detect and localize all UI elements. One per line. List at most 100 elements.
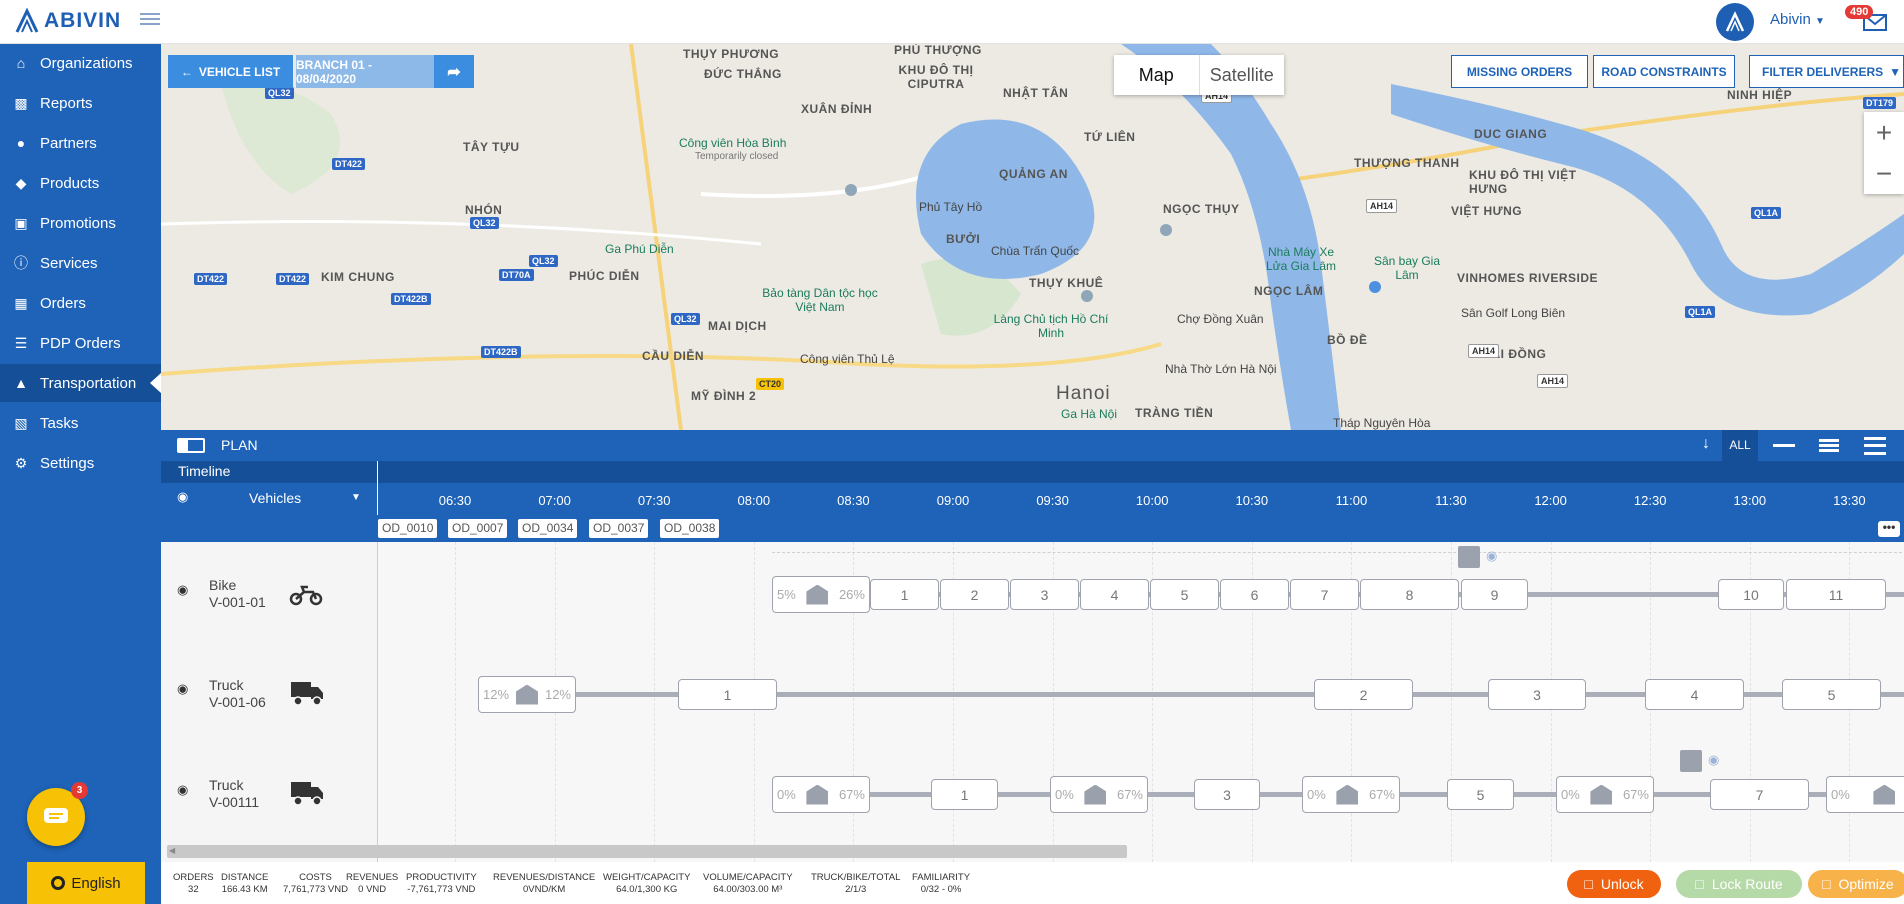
route-stop[interactable]: 6 — [1220, 579, 1289, 610]
lock-route-button[interactable]: □ Lock Route — [1676, 870, 1802, 898]
sidebar-item-partners[interactable]: ● Partners — [0, 124, 161, 162]
driver-avatar[interactable] — [1680, 750, 1702, 772]
depot-load-start: 0% — [777, 787, 796, 802]
depot-stop[interactable]: 0% 67% — [1556, 776, 1654, 813]
zoom-in-icon[interactable]: + — [1864, 112, 1904, 153]
eye-icon[interactable]: ◉ — [177, 582, 188, 598]
route-stop[interactable]: 7 — [1710, 779, 1809, 810]
eye-icon[interactable]: ◉ — [1486, 548, 1497, 564]
optimize-button[interactable]: □ Optimize — [1808, 870, 1904, 898]
driver-avatar[interactable] — [1458, 546, 1480, 568]
vehicle-list-button[interactable]: ← VEHICLE LIST — [168, 55, 293, 88]
stat-value: 64.0/1,300 KG — [616, 884, 678, 895]
sidebar-item-services[interactable]: ⓘ Services — [0, 244, 161, 282]
missing-orders-button[interactable]: MISSING ORDERS — [1451, 55, 1588, 88]
vehicle-row-bike[interactable]: ◉ Bike V-001-01 — [161, 542, 377, 642]
sidebar-item-settings[interactable]: ⚙ Settings — [0, 444, 161, 482]
depot-stop[interactable]: 0% 67% — [1302, 776, 1400, 813]
route-stop[interactable]: 3 — [1488, 679, 1586, 710]
route-stop[interactable]: 5 — [1447, 779, 1514, 810]
arrow-down-icon[interactable]: ↓ — [1702, 435, 1710, 453]
route-stop[interactable]: 1 — [678, 679, 777, 710]
map-poi: Nhà Thờ Lớn Hà Nội — [1165, 362, 1277, 376]
map-label: PHÚC DIỄN — [569, 269, 640, 283]
sidebar-item-tasks[interactable]: ▧ Tasks — [0, 404, 161, 442]
stat-value: 0 VND — [358, 884, 387, 895]
more-options-icon[interactable]: ••• — [1878, 521, 1900, 537]
route-stop[interactable]: 11 — [1786, 579, 1886, 610]
brand-logo[interactable]: ABIVIN — [14, 6, 121, 36]
depot-stop[interactable]: 5% 26% — [772, 576, 870, 613]
map-label: BƯỞI — [946, 232, 981, 246]
road-constraints-button[interactable]: ROAD CONSTRAINTS — [1593, 55, 1735, 88]
eye-icon[interactable]: ◉ — [177, 489, 188, 505]
timeline-track[interactable]: ◉ ◉ 5% 26% 1 2 3 4 5 6 7 8 9 10 11 12% 12% 1 2 3 4 5 0% 67% 0%… — [378, 542, 1904, 872]
sidebar-item-orders[interactable]: ▦ Orders — [0, 284, 161, 322]
order-chip[interactable]: OD_0007 — [448, 519, 508, 538]
vehicles-header[interactable]: ◉ Vehicles ▼ — [161, 483, 377, 515]
route-stop[interactable]: 2 — [1314, 679, 1413, 710]
sidebar-item-products[interactable]: ◆ Products — [0, 164, 161, 202]
sidebar-item-transportation[interactable]: ▲ Transportation — [0, 364, 161, 402]
route-stop[interactable]: 1 — [870, 579, 939, 610]
map-view[interactable]: THỤY PHƯƠNG ĐỨC THẮNG PHÚ THƯỢNG KHU ĐÔ … — [161, 44, 1904, 430]
map-label: NINH HIỆP — [1727, 88, 1793, 102]
sidebar-item-reports[interactable]: ▩ Reports — [0, 84, 161, 122]
sidebar-item-promotions[interactable]: ▣ Promotions — [0, 204, 161, 242]
branch-selector[interactable]: BRANCH 01 - 08/04/2020 — [296, 55, 434, 88]
time-tick: 13:00 — [1733, 493, 1767, 508]
sidebar-item-pdp-orders[interactable]: ☰ PDP Orders — [0, 324, 161, 362]
zoom-out-icon[interactable]: − — [1864, 153, 1904, 194]
toggle-panel-icon[interactable] — [177, 438, 205, 453]
sidebar-item-label: Settings — [40, 454, 95, 472]
horizontal-scrollbar[interactable] — [167, 845, 1127, 858]
stat-item: DISTANCE 166.43 KM — [221, 872, 268, 896]
map-label: QUẢNG AN — [999, 167, 1068, 181]
route-stop[interactable]: 3 — [1194, 779, 1260, 810]
depot-stop[interactable]: 0% 67% — [1050, 776, 1148, 813]
route-stop[interactable]: 5 — [1150, 579, 1219, 610]
vehicle-row-truck-1[interactable]: ◉ Truck V-001-06 — [161, 642, 377, 742]
eye-icon[interactable]: ◉ — [1708, 752, 1719, 768]
route-stop[interactable]: 10 — [1718, 579, 1784, 610]
language-selector[interactable]: English — [27, 862, 145, 904]
route-stop[interactable]: 7 — [1290, 579, 1359, 610]
map-label: VINHOMES RIVERSIDE — [1457, 271, 1599, 285]
route-stop[interactable]: 1 — [931, 779, 998, 810]
route-stop[interactable]: 4 — [1080, 579, 1149, 610]
unlock-button[interactable]: □ Unlock — [1567, 870, 1661, 898]
user-avatar[interactable] — [1716, 3, 1754, 41]
view-full-icon[interactable] — [1864, 437, 1886, 455]
depot-stop[interactable]: 12% 12% — [478, 676, 576, 713]
route-stop[interactable]: 5 — [1782, 679, 1881, 710]
map-label: VIỆT HƯNG — [1451, 204, 1523, 218]
filter-deliverers-button[interactable]: FILTER DELIVERERS ▼ — [1749, 55, 1904, 88]
map-label: TỨ LIÊN — [1084, 130, 1136, 144]
order-chip[interactable]: OD_0010 — [378, 519, 438, 538]
map-type-satellite[interactable]: Satellite — [1200, 55, 1285, 95]
user-menu[interactable]: Abivin ▼ — [1770, 11, 1825, 28]
menu-toggle-icon[interactable] — [140, 10, 160, 28]
view-compact-icon[interactable] — [1773, 444, 1795, 447]
map-type-map[interactable]: Map — [1114, 55, 1200, 95]
order-chip[interactable]: OD_0037 — [589, 519, 649, 538]
route-stop[interactable]: 2 — [940, 579, 1009, 610]
route-stop[interactable]: 9 — [1461, 579, 1528, 610]
view-all-button[interactable]: ALL — [1722, 430, 1758, 461]
route-stop[interactable]: 3 — [1010, 579, 1079, 610]
stat-label: TRUCK/BIKE/TOTAL — [811, 872, 901, 883]
share-button[interactable]: ➦ — [434, 55, 474, 88]
scroll-left-icon[interactable]: ◀ — [169, 846, 175, 855]
route-stop[interactable]: 4 — [1645, 679, 1744, 710]
depot-stop[interactable]: 0% 67% — [772, 776, 870, 813]
eye-icon[interactable]: ◉ — [177, 681, 188, 697]
order-chip[interactable]: OD_0034 — [518, 519, 578, 538]
vehicle-row-truck-2[interactable]: ◉ Truck V-00111 — [161, 742, 377, 842]
route-stop[interactable]: 8 — [1360, 579, 1459, 610]
order-chip[interactable]: OD_0038 — [660, 519, 720, 538]
sidebar-item-organizations[interactable]: ⌂ Organizations — [0, 44, 161, 82]
depot-stop[interactable]: 0% — [1826, 776, 1904, 813]
time-tick: 09:30 — [1036, 493, 1069, 508]
view-medium-icon[interactable] — [1819, 439, 1839, 452]
eye-icon[interactable]: ◉ — [177, 782, 188, 798]
